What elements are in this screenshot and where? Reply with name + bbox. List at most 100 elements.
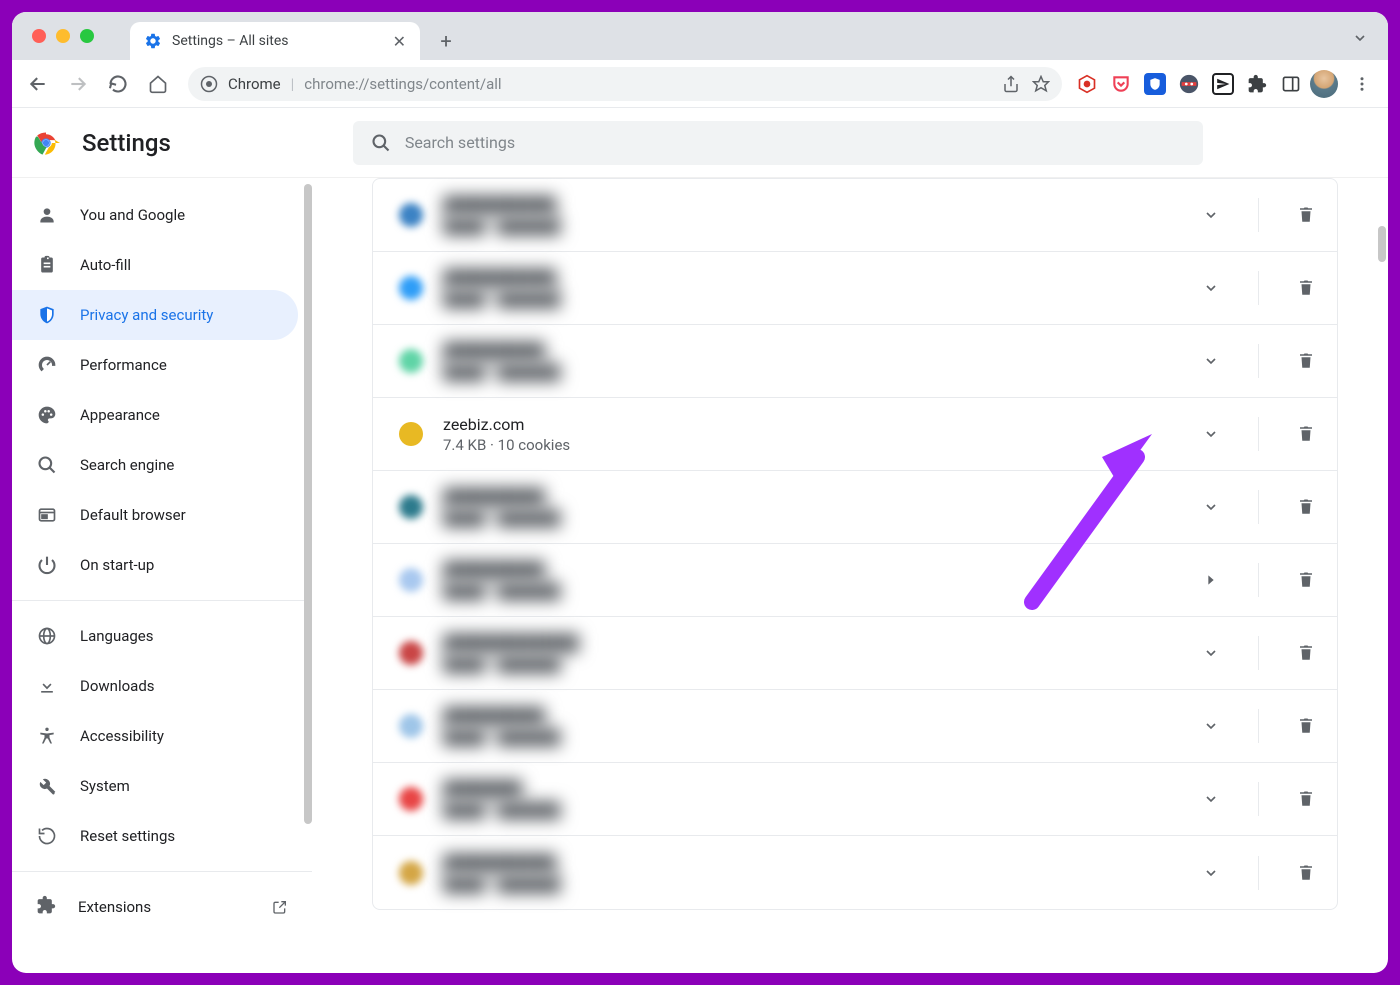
site-title: ██████████	[443, 195, 1200, 215]
speed-icon	[36, 354, 58, 376]
site-row[interactable]: ██████████ ████ · ██████	[373, 252, 1337, 325]
delete-site-button[interactable]	[1295, 277, 1317, 299]
palette-icon	[36, 404, 58, 426]
sidebar-item-default[interactable]: Default browser	[12, 490, 298, 540]
site-row[interactable]: █████████ ████ · ██████	[373, 325, 1337, 398]
sidebar-item-performance[interactable]: Performance	[12, 340, 298, 390]
delete-site-button[interactable]	[1295, 496, 1317, 518]
site-row[interactable]: ████████████ ████ · ██████	[373, 617, 1337, 690]
delete-site-button[interactable]	[1295, 423, 1317, 445]
minimize-window-button[interactable]	[56, 29, 70, 43]
expand-site-button[interactable]	[1200, 642, 1222, 664]
sidebar-item-extensions[interactable]: Extensions	[12, 882, 312, 932]
extensions-menu-icon[interactable]	[1246, 73, 1268, 95]
sidebar-item-appearance[interactable]: Appearance	[12, 390, 298, 440]
close-window-button[interactable]	[32, 29, 46, 43]
expand-site-button[interactable]	[1200, 569, 1222, 591]
side-panel-icon[interactable]	[1280, 73, 1302, 95]
settings-sidebar: You and GoogleAuto-fillPrivacy and secur…	[12, 178, 312, 973]
site-row[interactable]: ███████ ████ · ██████	[373, 763, 1337, 836]
site-title: zeebiz.com	[443, 415, 1200, 434]
site-favicon	[399, 861, 423, 885]
site-title: █████████	[443, 341, 1200, 361]
sidebar-item-accessibility[interactable]: Accessibility	[12, 711, 298, 761]
site-subtitle: ████ · ██████	[443, 363, 1200, 381]
extension-telegram-icon[interactable]	[1212, 73, 1234, 95]
back-button[interactable]	[22, 68, 54, 100]
delete-site-button[interactable]	[1295, 569, 1317, 591]
search-settings-input[interactable]: Search settings	[353, 121, 1203, 165]
delete-site-button[interactable]	[1295, 204, 1317, 226]
url-path: chrome://settings/content/all	[304, 75, 501, 93]
sidebar-item-reset[interactable]: Reset settings	[12, 811, 298, 861]
bookmark-star-icon[interactable]	[1032, 75, 1050, 93]
profile-avatar[interactable]	[1310, 70, 1338, 98]
download-icon	[36, 675, 58, 697]
new-tab-button[interactable]: +	[430, 25, 462, 57]
browser-tab[interactable]: Settings – All sites ✕	[130, 22, 420, 60]
globe-icon	[36, 625, 58, 647]
expand-site-button[interactable]	[1200, 423, 1222, 445]
tabs-dropdown-button[interactable]	[1348, 26, 1372, 50]
sidebar-item-label: On start-up	[80, 556, 154, 574]
share-icon[interactable]	[1002, 75, 1020, 93]
delete-site-button[interactable]	[1295, 350, 1317, 372]
content-scrollbar[interactable]	[1378, 226, 1386, 262]
extension-ninja-icon[interactable]	[1178, 73, 1200, 95]
sidebar-item-downloads[interactable]: Downloads	[12, 661, 298, 711]
forward-button[interactable]	[62, 68, 94, 100]
browser-menu-button[interactable]	[1346, 68, 1378, 100]
tab-strip: Settings – All sites ✕ +	[12, 12, 1388, 60]
address-bar[interactable]: Chrome | chrome://settings/content/all	[188, 67, 1062, 101]
sidebar-scrollbar[interactable]	[304, 184, 312, 824]
delete-site-button[interactable]	[1295, 862, 1317, 884]
site-favicon	[399, 714, 423, 738]
expand-site-button[interactable]	[1200, 496, 1222, 518]
site-row[interactable]: █████████ ████ · ██████	[373, 690, 1337, 763]
expand-site-button[interactable]	[1200, 862, 1222, 884]
sidebar-item-languages[interactable]: Languages	[12, 611, 298, 661]
settings-gear-icon	[144, 32, 162, 50]
site-title: ██████████	[443, 853, 1200, 873]
close-tab-button[interactable]: ✕	[393, 32, 406, 51]
site-info: █████████ ████ · ██████	[443, 706, 1200, 746]
tab-title: Settings – All sites	[172, 33, 289, 49]
expand-site-button[interactable]	[1200, 788, 1222, 810]
site-subtitle: ████ · ██████	[443, 801, 1200, 819]
sidebar-item-label: Appearance	[80, 406, 160, 424]
site-subtitle: ████ · ██████	[443, 290, 1200, 308]
sidebar-item-you[interactable]: You and Google	[12, 190, 298, 240]
sidebar-item-autofill[interactable]: Auto-fill	[12, 240, 298, 290]
expand-site-button[interactable]	[1200, 277, 1222, 299]
site-info-icon[interactable]	[200, 75, 218, 93]
delete-site-button[interactable]	[1295, 715, 1317, 737]
sidebar-item-label: System	[80, 777, 130, 795]
delete-site-button[interactable]	[1295, 642, 1317, 664]
home-button[interactable]	[142, 68, 174, 100]
sidebar-item-label: Accessibility	[80, 727, 164, 745]
sidebar-item-label: Reset settings	[80, 827, 175, 845]
sidebar-item-privacy[interactable]: Privacy and security	[12, 290, 298, 340]
delete-site-button[interactable]	[1295, 788, 1317, 810]
expand-site-button[interactable]	[1200, 350, 1222, 372]
site-subtitle: ████ · ██████	[443, 875, 1200, 893]
maximize-window-button[interactable]	[80, 29, 94, 43]
sidebar-item-system[interactable]: System	[12, 761, 298, 811]
site-info: ██████████ ████ · ██████	[443, 268, 1200, 308]
reload-button[interactable]	[102, 68, 134, 100]
site-row[interactable]: █████████ ████ · ██████	[373, 544, 1337, 617]
expand-site-button[interactable]	[1200, 715, 1222, 737]
sidebar-item-label: Search engine	[80, 456, 174, 474]
expand-site-button[interactable]	[1200, 204, 1222, 226]
sidebar-item-startup[interactable]: On start-up	[12, 540, 298, 590]
sites-list: ██████████ ████ · ██████ ██████████ ████…	[372, 178, 1338, 910]
site-row[interactable]: zeebiz.com 7.4 KB · 10 cookies	[373, 398, 1337, 471]
site-row[interactable]: █████████ ████ · ██████	[373, 471, 1337, 544]
extension-pocket-icon[interactable]	[1110, 73, 1132, 95]
site-row[interactable]: ██████████ ████ · ██████	[373, 179, 1337, 252]
sidebar-item-search[interactable]: Search engine	[12, 440, 298, 490]
site-title: █████████	[443, 560, 1200, 580]
extension-bitwarden-icon[interactable]	[1144, 73, 1166, 95]
site-row[interactable]: ██████████ ████ · ██████	[373, 836, 1337, 909]
extension-adblock-icon[interactable]	[1076, 73, 1098, 95]
